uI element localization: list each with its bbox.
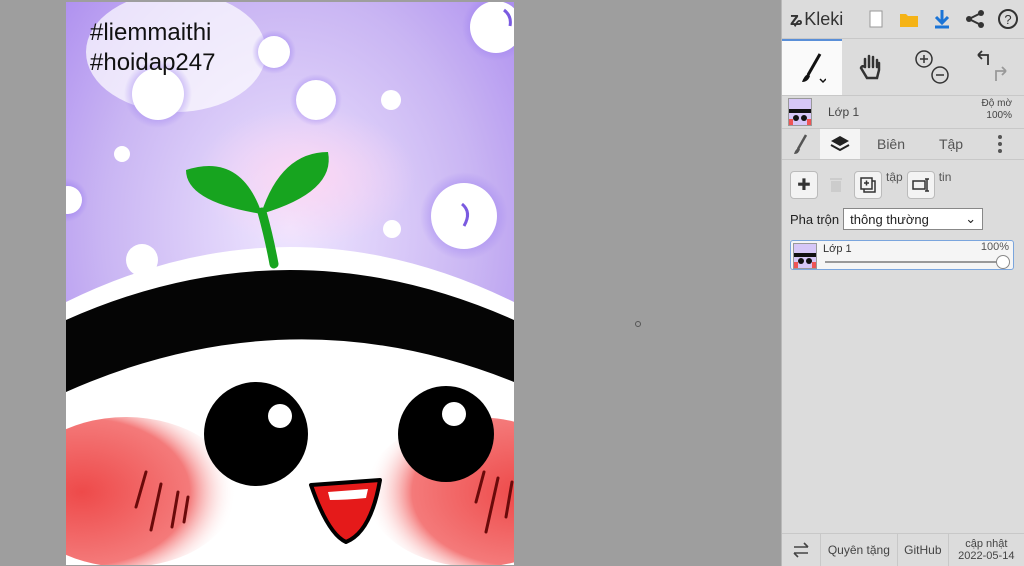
blend-mode-select[interactable]: thông thường ⌄ (843, 208, 984, 230)
open-folder-icon (899, 14, 918, 27)
blend-value: thông thường (850, 211, 929, 227)
layer-card-percent: 100% (980, 241, 1009, 253)
chevron-down-icon: ⌄ (965, 211, 977, 226)
delete-layer-button[interactable] (822, 171, 850, 199)
kleki-logo-icon: ʑ (790, 8, 803, 29)
open-button[interactable] (892, 4, 925, 34)
more-vert-icon (998, 135, 1002, 153)
donate-link[interactable]: Quyên tặng (821, 534, 899, 566)
tab-edit[interactable]: Biên (860, 129, 922, 159)
layer-card[interactable]: Lớp 1 100% (790, 240, 1014, 270)
merge-layer-label: tập (886, 170, 903, 184)
brush-tool-button[interactable] (782, 39, 842, 95)
kleki-logo[interactable]: ʑ Kleki (782, 9, 859, 30)
tab-file[interactable]: Tập (922, 129, 980, 159)
artwork (66, 2, 514, 565)
github-link[interactable]: GitHub (898, 534, 949, 566)
layer-opacity: Độ mờ 100% (982, 98, 1012, 122)
layer-card-thumbnail (793, 243, 817, 269)
update-date: 2022-05-14 (958, 550, 1015, 562)
plus-icon: ✚ (797, 177, 811, 194)
tab-brush[interactable] (782, 129, 820, 159)
blend-label: Pha trộn (790, 211, 840, 227)
rename-layer-button[interactable] (906, 171, 935, 199)
add-layer-button[interactable]: ✚ (790, 171, 818, 199)
panel-footer: Quyên tặng GitHub cập nhật 2022-05-14 (782, 533, 1024, 566)
layer-card-name: Lớp 1 (823, 243, 852, 255)
brush-icon (794, 134, 808, 154)
help-icon: ? (997, 9, 1018, 29)
swap-side-button[interactable] (782, 534, 821, 566)
help-button[interactable]: ? (991, 4, 1024, 34)
duplicate-icon (860, 177, 876, 193)
svg-text:?: ? (1004, 12, 1011, 27)
layer-actions: ✚ tập tin (782, 166, 1024, 204)
blend-mode-row: Pha trộn thông thường ⌄ (782, 208, 1024, 230)
swap-icon (793, 542, 809, 558)
layers-icon (830, 136, 850, 152)
trash-icon (830, 178, 842, 192)
opacity-value: 100% (986, 110, 1012, 121)
slider-knob[interactable] (996, 255, 1010, 269)
save-button[interactable] (925, 4, 958, 34)
undo-redo-buttons[interactable] (962, 39, 1022, 95)
download-icon (934, 10, 949, 29)
hand-icon (859, 54, 881, 80)
brush-icon (802, 53, 826, 84)
hand-tool-button[interactable] (842, 39, 902, 95)
brush-cursor (635, 321, 641, 327)
current-layer-info: Lớp 1 Độ mờ 100% (782, 96, 1024, 129)
duplicate-layer-button[interactable] (854, 171, 882, 199)
zoom-icon (915, 50, 949, 84)
layer-name: Lớp 1 (828, 105, 860, 119)
hashtag-text: #liemmaithi #hoidap247 (90, 18, 215, 78)
update-label: cập nhật (965, 538, 1008, 550)
changelog-link[interactable]: cập nhật 2022-05-14 (949, 534, 1024, 566)
layer-extra-label: tin (938, 170, 952, 184)
zoom-buttons[interactable] (902, 39, 962, 95)
drawing-canvas[interactable]: #liemmaithi #hoidap247 (66, 2, 514, 565)
hashtag-1: #liemmaithi (90, 19, 212, 46)
undo-redo-icon (977, 50, 1007, 81)
layer-opacity-slider[interactable] (825, 255, 1010, 269)
new-image-button[interactable] (859, 4, 892, 34)
tab-more[interactable] (980, 129, 1020, 159)
new-icon (869, 10, 882, 28)
tool-row (782, 39, 1024, 96)
logo-text: Kleki (804, 8, 844, 29)
hashtag-2: #hoidap247 (90, 49, 216, 76)
tab-layers[interactable] (820, 129, 860, 159)
panel-tabs: Biên Tập (782, 129, 1024, 160)
tool-panel: ʑ Kleki ? Lớp 1 Độ mờ 100% Biên Tập ✚ tậ… (781, 0, 1024, 566)
share-button[interactable] (958, 4, 991, 34)
rename-icon (911, 178, 929, 192)
layer-thumbnail (788, 98, 812, 126)
share-icon (965, 10, 984, 28)
top-bar: ʑ Kleki ? (782, 0, 1024, 39)
drawing-workspace[interactable]: #liemmaithi #hoidap247 (0, 0, 781, 566)
opacity-label: Độ mờ (981, 98, 1012, 109)
